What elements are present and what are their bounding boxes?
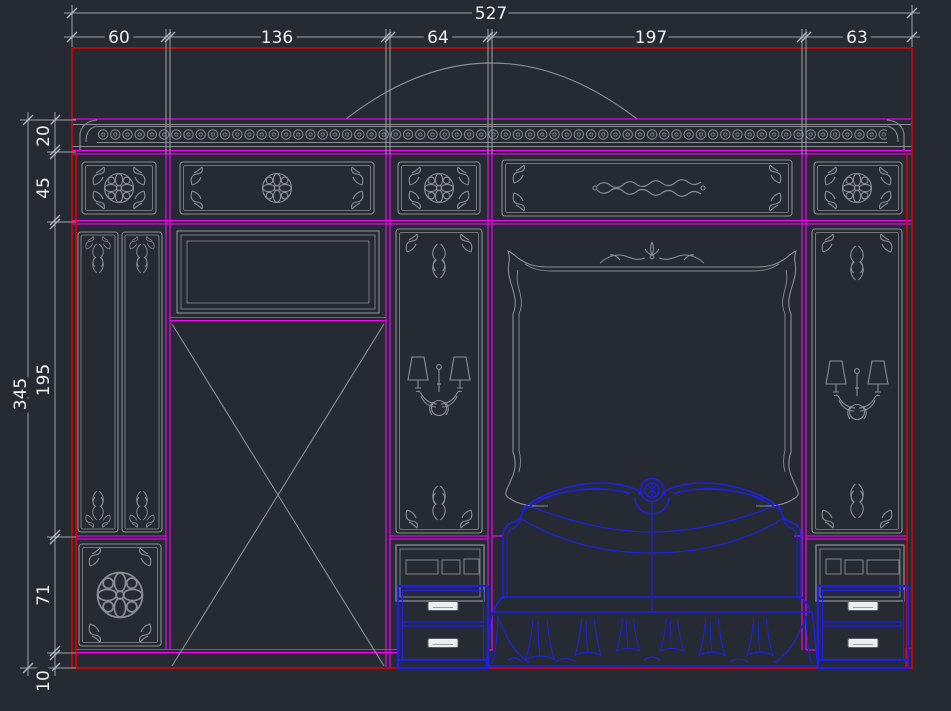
frame-crest-ornament [600, 242, 704, 263]
dim-label-seg-63[interactable]: 63 [846, 28, 868, 48]
dim-label-seg-20[interactable]: 20 [34, 125, 54, 147]
sconce-panel-right[interactable] [812, 229, 902, 533]
bed[interactable] [486, 479, 818, 667]
bed-skirt [486, 612, 818, 666]
dim-label-overall-height[interactable]: 345 [11, 378, 31, 410]
wall-sconce-left[interactable] [408, 357, 470, 416]
pilaster-panels-left[interactable] [78, 232, 162, 532]
mirror-door-panel[interactable] [172, 324, 384, 666]
dim-label-seg-71[interactable]: 71 [34, 584, 54, 606]
base-panel-left[interactable] [79, 544, 161, 646]
elevation-drawing: 527 60 136 64 197 63 345 20 45 195 71 10 [0, 0, 951, 711]
dim-label-seg-64[interactable]: 64 [427, 28, 449, 48]
transom-panel[interactable] [177, 231, 379, 313]
dim-label-seg-45[interactable]: 45 [34, 177, 54, 199]
dim-label-seg-10[interactable]: 10 [34, 670, 54, 692]
sconce-panel-left[interactable] [396, 229, 482, 533]
frieze-panel-2[interactable] [180, 162, 374, 214]
wall-sconce-right[interactable] [826, 361, 888, 420]
nightstand-left[interactable] [398, 586, 488, 668]
nightstand-right[interactable] [818, 586, 908, 668]
dim-label-seg-136[interactable]: 136 [261, 28, 293, 48]
dim-label-seg-60[interactable]: 60 [108, 28, 130, 48]
dim-label-seg-195[interactable]: 195 [34, 364, 54, 396]
drawing-canvas[interactable]: 527 60 136 64 197 63 345 20 45 195 71 10 [0, 0, 951, 711]
mattress [492, 597, 812, 612]
dimension-layer-vertical[interactable]: 345 20 45 195 71 10 [11, 112, 76, 692]
dim-label-seg-197[interactable]: 197 [635, 28, 667, 48]
frieze-panel-1[interactable] [82, 162, 156, 214]
headboard-medallion [635, 479, 669, 597]
frieze-panel-3[interactable] [398, 162, 480, 214]
wainscot-panel-right[interactable] [816, 545, 904, 601]
frieze-panel-5[interactable] [814, 162, 902, 214]
dim-label-overall-width[interactable]: 527 [475, 4, 507, 24]
frieze-panel-4[interactable] [502, 160, 792, 216]
wainscot-panel-left[interactable] [396, 545, 484, 601]
headboard-wall-frame[interactable] [506, 242, 798, 506]
